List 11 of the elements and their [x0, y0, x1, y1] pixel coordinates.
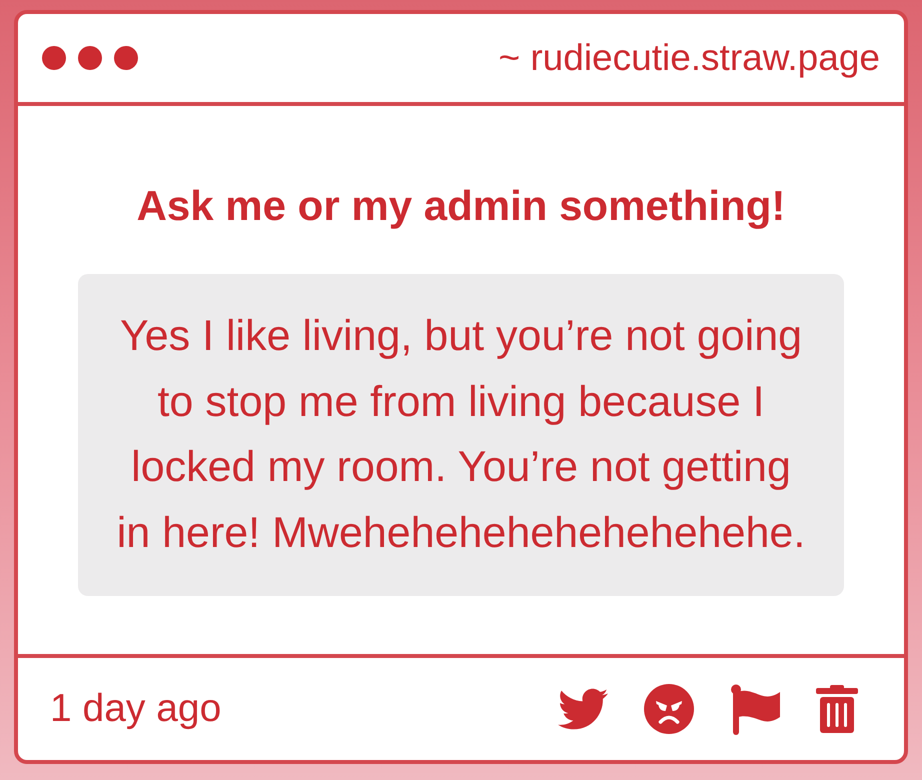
flag-icon[interactable] — [730, 684, 780, 734]
window-dot-icon — [114, 46, 138, 70]
answer-text: Yes I like living, but you’re not going to stop me from living because I locked my room. You’re not getting in here! Mwehehehehehehehehehe. — [116, 311, 806, 559]
address-text: ~ rudiecutie.straw.page — [498, 36, 880, 80]
bird-icon[interactable] — [558, 688, 608, 730]
angry-face-icon[interactable] — [644, 684, 694, 734]
window-dot-icon — [42, 46, 66, 70]
window-dot-icon — [78, 46, 102, 70]
heading-text: Ask me or my admin something! — [136, 181, 786, 231]
timestamp-text: 1 day ago — [50, 686, 222, 732]
trash-icon[interactable] — [816, 685, 858, 733]
